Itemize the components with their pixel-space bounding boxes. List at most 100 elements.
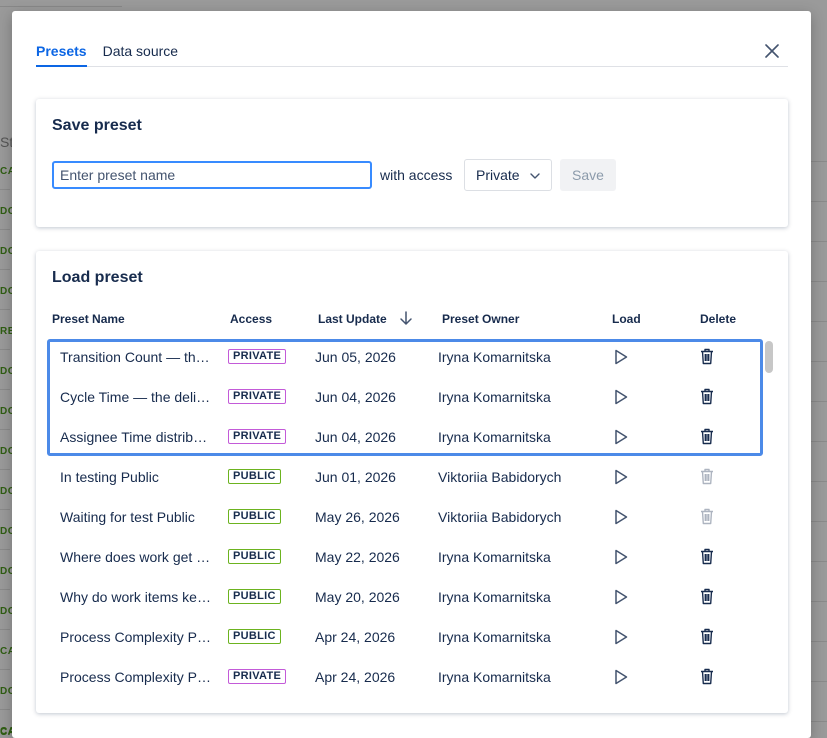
preset-owner: Iryna Komarnitska (438, 629, 551, 645)
background-row-divider (0, 189, 10, 190)
close-icon (765, 44, 779, 58)
table-row[interactable]: Where does work get stuck PUBLIC May 22, 2… (36, 537, 788, 577)
trash-icon[interactable] (700, 588, 714, 608)
background-row-divider (811, 561, 827, 562)
column-header-access[interactable]: Access (230, 312, 272, 326)
preset-name-input[interactable] (52, 161, 372, 189)
play-icon[interactable] (614, 429, 628, 448)
play-icon[interactable] (614, 469, 628, 488)
trash-icon[interactable] (700, 548, 714, 568)
trash-icon (700, 468, 714, 488)
background-row-divider (811, 161, 827, 162)
presets-dialog: Presets Data source Save preset with acc… (12, 11, 811, 738)
background-row-divider (811, 241, 827, 242)
save-button[interactable]: Save (560, 159, 616, 191)
background-row-divider (811, 321, 827, 322)
preset-owner: Iryna Komarnitska (438, 589, 551, 605)
table-row[interactable]: Transition Count — the highest PRIVATE Jun… (36, 337, 788, 377)
access-badge: PUBLIC (228, 509, 281, 524)
last-update-date: May 26, 2026 (315, 509, 400, 525)
play-icon[interactable] (614, 349, 628, 368)
dialog-tabs: Presets Data source (36, 41, 788, 67)
table-row[interactable]: In testing Public PUBLIC Jun 01, 2026 Vikto… (36, 457, 788, 497)
preset-owner: Iryna Komarnitska (438, 669, 551, 685)
table-header: Preset Name Access Last Update Preset Ow… (36, 310, 788, 330)
background-row-divider (811, 481, 827, 482)
load-preset-title: Load preset (52, 269, 143, 286)
table-row[interactable]: Assignee Time distribution PRIVATE Jun 04,… (36, 417, 788, 457)
close-button[interactable] (762, 41, 782, 61)
last-update-date: Apr 24, 2026 (315, 629, 396, 645)
last-update-date: Jun 04, 2026 (315, 389, 396, 405)
column-header-last-update[interactable]: Last Update (318, 312, 387, 326)
last-update-date: Jun 05, 2026 (315, 349, 396, 365)
trash-icon[interactable] (700, 348, 714, 368)
table-row[interactable]: Process Complexity Public PUBLIC Apr 24, 2… (36, 617, 788, 657)
preset-name: Waiting for test Public (60, 509, 195, 525)
save-preset-title: Save preset (52, 117, 142, 134)
background-row-divider (811, 641, 827, 642)
background-row-divider (0, 709, 10, 710)
background-row-divider (811, 601, 827, 602)
background-row-divider (811, 721, 827, 722)
play-icon[interactable] (614, 629, 628, 648)
table-row[interactable]: Why do work items keep PUBLIC May 20, 2026… (36, 577, 788, 617)
background-row-divider (811, 441, 827, 442)
background-divider (0, 6, 122, 7)
scrollbar-thumb[interactable] (765, 341, 773, 373)
background-row-divider (0, 349, 10, 350)
preset-owner: Viktoriia Babidorych (438, 469, 562, 485)
preset-name: Transition Count — the highest (60, 349, 212, 365)
access-select-value: Private (476, 167, 520, 183)
preset-name: Assignee Time distribution (60, 429, 212, 445)
preset-name: Cycle Time — the delivery (60, 389, 212, 405)
last-update-date: Jun 04, 2026 (315, 429, 396, 445)
tab-presets[interactable]: Presets (36, 41, 87, 67)
table-row[interactable]: Cycle Time — the delivery PRIVATE Jun 04, … (36, 377, 788, 417)
access-badge: PRIVATE (228, 389, 287, 404)
background-row-divider (0, 389, 10, 390)
trash-icon[interactable] (700, 668, 714, 688)
background-row-divider (0, 469, 10, 470)
trash-icon[interactable] (700, 428, 714, 448)
preset-name: In testing Public (60, 469, 159, 485)
access-badge: PRIVATE (228, 429, 287, 444)
access-badge: PUBLIC (228, 469, 281, 484)
preset-owner: Iryna Komarnitska (438, 429, 551, 445)
background-row-divider (0, 309, 10, 310)
trash-icon[interactable] (700, 628, 714, 648)
access-badge: PRIVATE (228, 349, 287, 364)
column-header-delete: Delete (700, 312, 737, 326)
background-row-divider (0, 669, 10, 670)
background-row-divider (0, 229, 10, 230)
preset-owner: Iryna Komarnitska (438, 389, 551, 405)
table-row[interactable]: Process Complexity Private PRIVATE Apr 24,… (36, 657, 788, 697)
background-row-divider (0, 269, 10, 270)
background-row-divider (811, 281, 827, 282)
background-row-divider (0, 629, 10, 630)
column-header-name[interactable]: Preset Name (52, 312, 125, 326)
trash-icon[interactable] (700, 388, 714, 408)
save-preset-card: Save preset with access Private Save (36, 99, 788, 227)
background-row-divider (0, 549, 10, 550)
last-update-date: Apr 24, 2026 (315, 669, 396, 685)
background-row-divider (811, 521, 827, 522)
play-icon[interactable] (614, 589, 628, 608)
preset-name: Why do work items keep (60, 589, 212, 605)
background-row-divider (0, 509, 10, 510)
column-header-load: Load (612, 312, 641, 326)
tab-data-source[interactable]: Data source (103, 41, 178, 67)
play-icon[interactable] (614, 509, 628, 528)
background-row-divider (811, 361, 827, 362)
access-select[interactable]: Private (464, 159, 552, 191)
play-icon[interactable] (614, 389, 628, 408)
column-header-owner[interactable]: Preset Owner (442, 312, 519, 326)
play-icon[interactable] (614, 549, 628, 568)
arrow-down-icon[interactable] (399, 310, 413, 326)
play-icon[interactable] (614, 669, 628, 688)
chevron-down-icon (530, 173, 540, 179)
access-badge: PUBLIC (228, 629, 281, 644)
preset-owner: Viktoriia Babidorych (438, 509, 562, 525)
table-row[interactable]: Waiting for test Public PUBLIC May 26, 202… (36, 497, 788, 537)
trash-icon (700, 508, 714, 528)
